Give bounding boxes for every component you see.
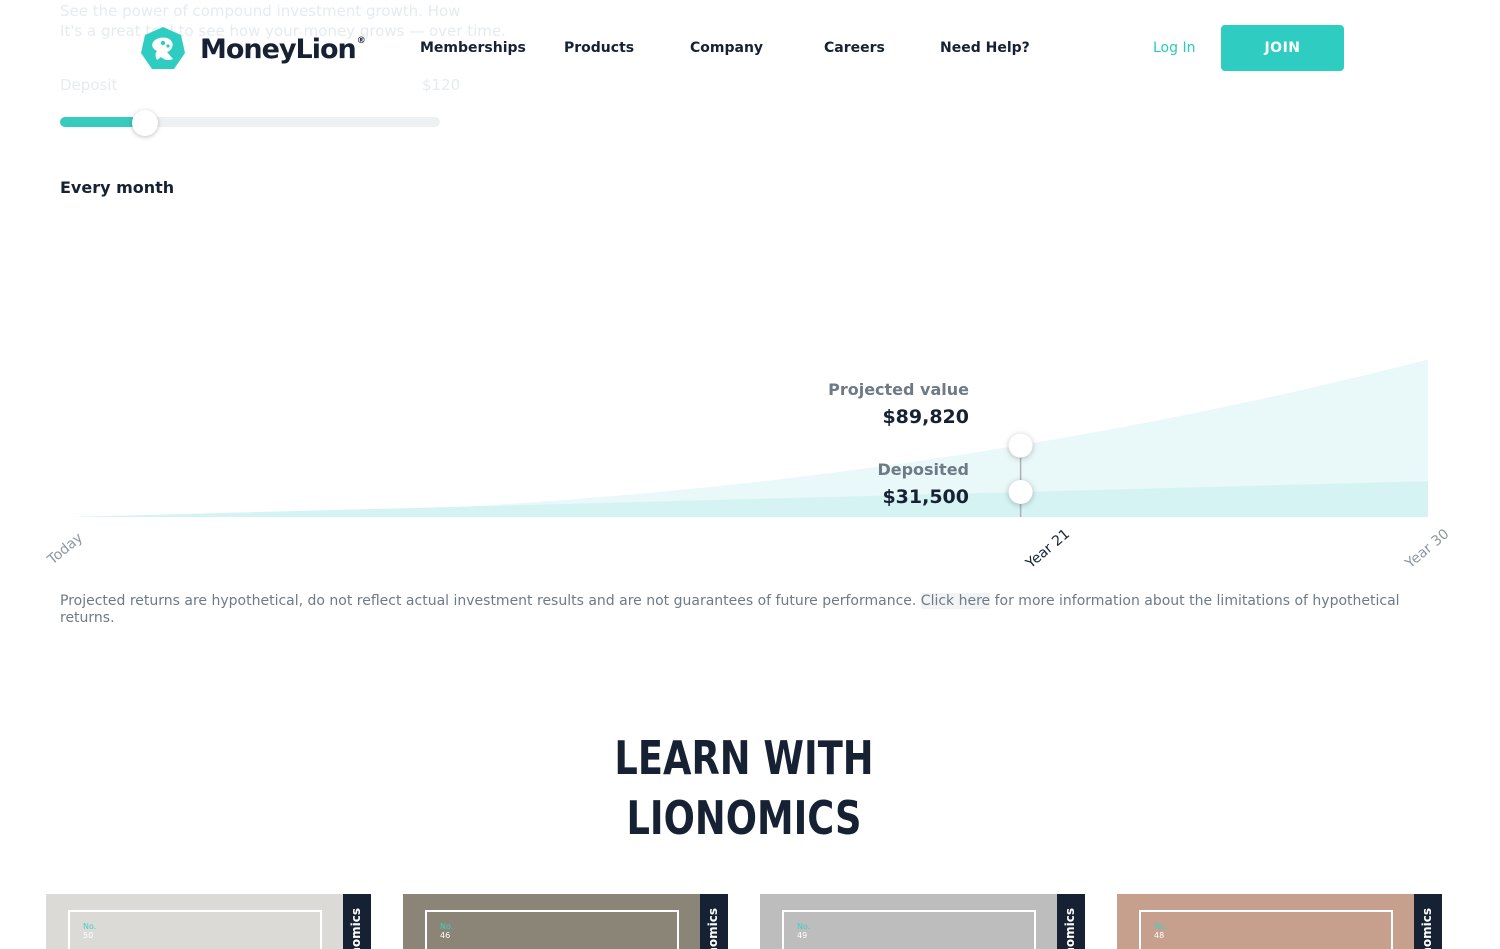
join-button[interactable]: JOIN [1221,25,1344,71]
card-frame [782,910,1036,949]
card-strip: Lionomics [1414,894,1442,949]
card-issue-number: No. 48 [1154,922,1168,940]
disclaimer-text: Projected returns are hypothetical, do n… [60,593,921,609]
x-tick-label: Year 21 [1022,526,1073,572]
nav-products[interactable]: Products [564,40,634,56]
moneylion-logo[interactable]: MoneyLion® [140,26,366,72]
lionomics-card[interactable]: No. 46 Lionomics [403,894,728,949]
learn-heading-line-2: LIONOMICS [626,791,862,845]
disclaimer: Projected returns are hypothetical, do n… [60,593,1440,627]
nav-memberships[interactable]: Memberships [420,40,526,56]
deposited-label: Deposited [877,460,969,479]
lionomics-card[interactable]: No. 48 Lionomics [1117,894,1442,949]
deposited-point[interactable] [1008,479,1033,504]
card-issue-number: No. 49 [797,922,811,940]
card-strip: Lionomics [1057,894,1085,949]
projected-value-label: Projected value [828,380,969,399]
nav-company[interactable]: Company [690,40,763,56]
nav-need-help[interactable]: Need Help? [940,40,1030,56]
learn-heading-line-1: LEARN WITH [614,731,874,785]
card-issue-number: No. 50 [83,922,97,940]
x-tick-label: Year 30 [1402,526,1453,572]
site-header: MoneyLion® Memberships Products Company … [0,0,1500,96]
growth-chart: Today Year 21 Year 30 [44,359,1453,572]
deposit-slider-track[interactable] [60,117,440,127]
nav-careers[interactable]: Careers [824,40,885,56]
deposited-value: $31,500 [882,486,969,508]
deposit-slider-handle[interactable] [132,110,159,136]
card-frame [1139,910,1393,949]
card-strip: Lionomics [343,894,371,949]
login-link[interactable]: Log In [1153,40,1195,56]
disclaimer-click-here-link[interactable]: Click here [920,593,991,609]
x-tick-label: Today [44,530,86,569]
card-issue-number: No. 46 [440,922,454,940]
lionomics-card[interactable]: No. 50 Lionomics [46,894,371,949]
lionomics-card[interactable]: No. 49 Lionomics [760,894,1085,949]
brand-wordmark: MoneyLion® [200,33,366,65]
frequency-label[interactable]: Every month [60,178,174,197]
card-frame [425,910,679,949]
projected-value: $89,820 [882,406,969,428]
card-strip: Lionomics [700,894,728,949]
learn-heading: LEARN WITH LIONOMICS [149,728,1339,848]
card-frame [68,910,322,949]
projected-value-point[interactable] [1008,433,1033,458]
lion-logo-icon [141,27,185,69]
